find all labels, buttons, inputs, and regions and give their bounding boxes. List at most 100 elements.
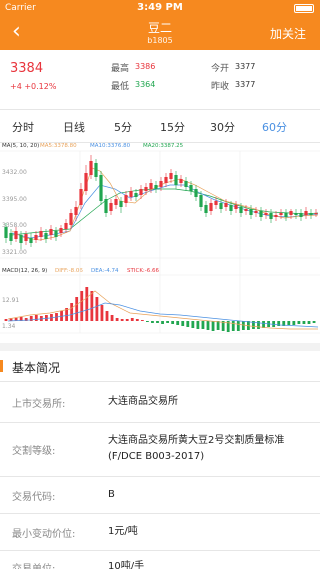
info-label: 交割等级: — [12, 446, 56, 457]
info-row-exchange: 上市交易所: 大连商品交易所 — [0, 382, 320, 422]
tab-15min[interactable]: 15分 — [160, 119, 185, 135]
candle-body — [289, 211, 293, 215]
info-value: 1元/吨 — [108, 526, 138, 537]
kline-svg: 3432.00 3395.00 3358.00 3321.00 12.91 1.… — [0, 150, 320, 334]
low-value: 3364 — [135, 80, 156, 89]
candle-body — [14, 231, 18, 239]
candle-body — [114, 199, 118, 205]
candle-body — [264, 213, 268, 215]
candle-body — [44, 233, 48, 239]
macd-stick — [105, 311, 109, 321]
macd-stick — [201, 321, 205, 329]
macd-stick — [312, 321, 316, 323]
candle-body — [249, 209, 253, 215]
candle-body — [189, 185, 193, 191]
candle-body — [169, 173, 173, 179]
candle-body — [124, 195, 128, 203]
candle-body — [59, 228, 63, 233]
candle-body — [24, 234, 28, 241]
macd-stick — [302, 321, 306, 324]
tab-30min[interactable]: 30分 — [210, 119, 235, 135]
macd-stick — [292, 321, 296, 325]
candle-body — [309, 213, 313, 215]
candle-body — [74, 207, 78, 215]
macd-stick — [166, 321, 169, 323]
y-tick: 3432.00 — [2, 169, 27, 176]
macd-stick — [115, 318, 119, 321]
info-label: 上市交易所: — [12, 399, 66, 410]
macd-stick — [100, 305, 104, 321]
macd-stick — [211, 321, 215, 331]
info-row-tick: 最小变动价位: 1元/吨 — [0, 514, 320, 550]
candle-body — [109, 203, 113, 211]
candle-body — [134, 193, 138, 197]
candle-body — [164, 177, 168, 183]
status-bar: Carrier 3:49 PM — [0, 0, 320, 16]
prev-close-value: 3377 — [235, 80, 256, 89]
section-accent-bar — [0, 360, 3, 372]
candle-body — [144, 187, 148, 191]
section-gap — [0, 343, 320, 351]
candle-body — [274, 215, 278, 217]
macd-stick — [156, 321, 159, 323]
tab-daily[interactable]: 日线 — [63, 119, 85, 135]
macd-stick — [287, 321, 291, 325]
candle-body — [104, 199, 108, 213]
macd-stick — [125, 319, 129, 321]
last-price: 3384 — [10, 61, 44, 76]
info-label: 交易单位: — [12, 560, 55, 569]
candle-body — [184, 181, 188, 187]
macd-stick — [34, 315, 38, 321]
macd-stick — [257, 321, 260, 329]
kline-chart[interactable]: MA(5, 10, 20) MA5:3378.80 MA10:3376.80 M… — [0, 143, 320, 343]
candle-body — [159, 181, 163, 187]
macd-y-tick: 1.34 — [2, 323, 16, 330]
candle-body — [304, 211, 308, 215]
macd-stick — [206, 321, 210, 330]
candle-body — [129, 191, 133, 197]
macd-stick — [231, 321, 235, 331]
macd-stick — [146, 321, 149, 322]
info-value: 大连商品交易所黄大豆2号交割质量标准(F/DCE B003-2017) — [108, 435, 285, 462]
candle-body — [179, 179, 183, 183]
candle-body — [239, 207, 243, 213]
macd-stick — [130, 318, 134, 321]
candle-body — [139, 189, 143, 195]
candle-body — [119, 201, 123, 207]
tab-timeshare[interactable]: 分时 — [12, 119, 34, 135]
candle-body — [19, 235, 23, 243]
candle-body — [34, 235, 38, 240]
candle-body — [254, 211, 258, 213]
candle-body — [54, 231, 58, 237]
candle-body — [204, 205, 208, 213]
open-label: 今开 — [211, 64, 230, 74]
tab-5min[interactable]: 5分 — [114, 119, 132, 135]
macd-stick — [216, 321, 220, 330]
candle-body — [279, 213, 283, 215]
y-tick: 3395.00 — [2, 196, 27, 203]
macd-stick — [151, 321, 154, 323]
info-row-unit: 交易单位: 10吨/手 — [0, 551, 320, 569]
candle-body — [199, 195, 203, 207]
candle-body — [174, 175, 178, 185]
candle-body — [269, 213, 273, 219]
macd-stick — [186, 321, 190, 327]
candle-body — [224, 203, 228, 207]
candle-body — [39, 231, 43, 237]
macd-stick — [85, 287, 89, 321]
tab-60min[interactable]: 60分 — [262, 119, 287, 135]
candle-body — [284, 213, 288, 217]
info-value: 大连商品交易所 — [108, 396, 178, 407]
candle-body — [259, 211, 263, 217]
candle-body — [29, 238, 33, 243]
candle-body — [154, 185, 158, 189]
status-time: 3:49 PM — [137, 2, 183, 13]
quote-summary: 3384 +4 +0.12% 最高 3386 最低 3364 今开 3377 昨… — [0, 50, 320, 106]
macd-y-tick: 12.91 — [2, 297, 19, 304]
candle-body — [9, 233, 13, 241]
macd-stick — [140, 320, 144, 321]
info-row-code: 交易代码: B — [0, 477, 320, 513]
macd-stick — [70, 303, 74, 321]
follow-button[interactable]: 加关注 — [270, 25, 306, 42]
macd-stick — [90, 291, 94, 321]
